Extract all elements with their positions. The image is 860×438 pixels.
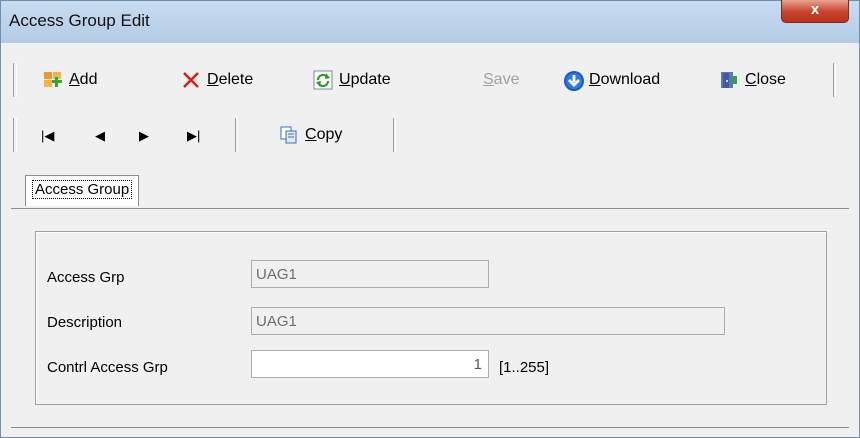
toolbar-separator	[235, 118, 238, 152]
access-group-edit-window: Access Group Edit x Add Delete Update Sa…	[0, 0, 860, 438]
download-button[interactable]: Download	[563, 69, 660, 91]
save-label: Save	[483, 71, 520, 88]
toolbar-separator	[833, 63, 836, 97]
next-record-button[interactable]: ▶	[139, 128, 149, 144]
copy-label: Copy	[305, 126, 343, 143]
toolbar-separator	[393, 118, 396, 152]
door-icon	[719, 70, 739, 90]
add-label: Add	[69, 71, 98, 88]
window-title: Access Group Edit	[9, 11, 150, 30]
toolbar-grip[interactable]	[13, 118, 17, 152]
contrl-access-grp-label: Contrl Access Grp	[47, 359, 168, 376]
tab-panel-border	[11, 208, 849, 209]
first-record-icon: |◀	[41, 128, 55, 143]
tab-strip: Access Group	[11, 171, 851, 211]
navigation-toolbar: |◀ ◀ ▶ ▶| Copy	[11, 116, 397, 154]
save-button[interactable]: Save	[483, 69, 519, 91]
delete-button[interactable]: Delete	[181, 69, 253, 91]
download-icon	[563, 70, 584, 91]
panel-bottom-border	[11, 427, 849, 428]
last-record-icon: ▶|	[187, 128, 201, 143]
previous-record-icon: ◀	[95, 128, 105, 143]
update-label: Update	[339, 71, 391, 88]
window-close-button[interactable]: x	[781, 0, 849, 23]
tab-access-group[interactable]: Access Group	[25, 175, 140, 206]
description-field[interactable]: UAG1	[251, 307, 725, 335]
description-label: Description	[47, 314, 123, 331]
access-grp-field[interactable]: UAG1	[251, 260, 489, 288]
copy-button[interactable]: Copy	[279, 124, 342, 146]
previous-record-button[interactable]: ◀	[95, 128, 105, 144]
delete-icon	[181, 70, 201, 90]
update-icon	[313, 70, 333, 90]
toolbar-grip[interactable]	[13, 63, 17, 97]
contrl-access-grp-field[interactable]: 1	[251, 350, 489, 378]
first-record-button[interactable]: |◀	[41, 128, 54, 144]
download-label: Download	[589, 71, 661, 88]
next-record-icon: ▶	[139, 128, 149, 143]
last-record-button[interactable]: ▶|	[187, 128, 200, 144]
tab-label: Access Group	[32, 180, 133, 199]
main-toolbar: Add Delete Update Save Download Close	[11, 61, 837, 99]
copy-icon	[279, 125, 299, 145]
access-grp-label: Access Grp	[47, 269, 125, 286]
title-bar[interactable]: Access Group Edit x	[1, 0, 859, 43]
add-button[interactable]: Add	[43, 69, 97, 91]
update-button[interactable]: Update	[313, 69, 391, 91]
contrl-range-hint: [1..255]	[499, 359, 550, 376]
close-label: Close	[745, 71, 786, 88]
delete-label: Delete	[207, 71, 254, 88]
close-button[interactable]: Close	[719, 69, 786, 91]
add-icon	[43, 70, 63, 90]
